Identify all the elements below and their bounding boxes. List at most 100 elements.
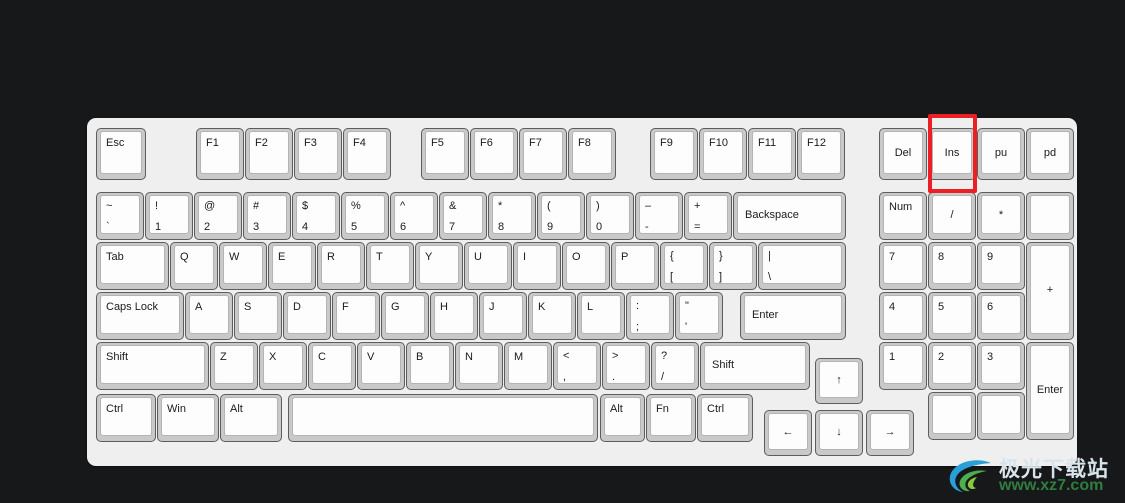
key-numlock[interactable]: Num (879, 192, 927, 240)
key-arrow-up[interactable]: ↑ (815, 358, 863, 404)
key-alt-left[interactable]: Alt (220, 394, 282, 442)
key-minus[interactable]: – - (635, 192, 683, 240)
key-key-f[interactable]: F (332, 292, 380, 340)
key-key-v[interactable]: V (357, 342, 405, 390)
key-digit-7[interactable]: & 7 (439, 192, 487, 240)
key-key-h[interactable]: H (430, 292, 478, 340)
key-backslash[interactable]: | \ (758, 242, 846, 290)
key-comma[interactable]: <, (553, 342, 601, 390)
key-space[interactable] (288, 394, 598, 442)
key-key-x[interactable]: X (259, 342, 307, 390)
key-page-down[interactable]: pd (1026, 128, 1074, 180)
key-ins[interactable]: Ins (928, 128, 976, 180)
key-f4[interactable]: F4 (343, 128, 391, 180)
key-alt-right[interactable]: Alt (600, 394, 645, 442)
key-key-s[interactable]: S (234, 292, 282, 340)
key-numpad-divide[interactable]: / (928, 192, 976, 240)
key-digit-8[interactable]: * 8 (488, 192, 536, 240)
key-f9[interactable]: F9 (650, 128, 698, 180)
key-key-p[interactable]: P (611, 242, 659, 290)
key-f7[interactable]: F7 (519, 128, 567, 180)
key-key-w[interactable]: W (219, 242, 267, 290)
key-digit-5[interactable]: % 5 (341, 192, 389, 240)
key-f12[interactable]: F12 (797, 128, 845, 180)
key-period[interactable]: >. (602, 342, 650, 390)
key-enter[interactable]: Enter (740, 292, 846, 340)
key-numpad-6[interactable]: 6 (977, 292, 1025, 340)
key-f3[interactable]: F3 (294, 128, 342, 180)
key-digit-1[interactable]: ! 1 (145, 192, 193, 240)
key-bracket-left[interactable]: {[ (660, 242, 708, 290)
key-f10[interactable]: F10 (699, 128, 747, 180)
key-digit-3[interactable]: #3 (243, 192, 291, 240)
key-numpad-0[interactable] (928, 392, 976, 440)
key-tab[interactable]: Tab (96, 242, 169, 290)
key-numpad-1[interactable]: 1 (879, 342, 927, 390)
keycap-label: Esc (106, 137, 125, 149)
key-arrow-down[interactable]: ↓ (815, 410, 863, 456)
key-ctrl-left[interactable]: Ctrl (96, 394, 156, 442)
key-key-q[interactable]: Q (170, 242, 218, 290)
key-backspace[interactable]: Backspace (733, 192, 846, 240)
key-f11[interactable]: F11 (748, 128, 796, 180)
key-key-n[interactable]: N (455, 342, 503, 390)
key-numpad-enter[interactable]: Enter (1026, 342, 1074, 440)
key-numpad-9[interactable]: 9 (977, 242, 1025, 290)
key-numpad-multiply[interactable]: * (977, 192, 1025, 240)
key-key-d[interactable]: D (283, 292, 331, 340)
key-key-e[interactable]: E (268, 242, 316, 290)
key-key-b[interactable]: B (406, 342, 454, 390)
key-del[interactable]: Del (879, 128, 927, 180)
key-shift-right[interactable]: Shift (700, 342, 810, 390)
key-key-k[interactable]: K (528, 292, 576, 340)
key-caps-lock[interactable]: Caps Lock (96, 292, 184, 340)
key-backtick[interactable]: ~ ` (96, 192, 144, 240)
key-key-m[interactable]: M (504, 342, 552, 390)
key-key-u[interactable]: U (464, 242, 512, 290)
key-page-up[interactable]: pu (977, 128, 1025, 180)
key-semicolon[interactable]: :; (626, 292, 674, 340)
key-bracket-right[interactable]: }] (709, 242, 757, 290)
key-digit-4[interactable]: $4 (292, 192, 340, 240)
key-win[interactable]: Win (157, 394, 219, 442)
key-f5[interactable]: F5 (421, 128, 469, 180)
key-key-c[interactable]: C (308, 342, 356, 390)
key-key-r[interactable]: R (317, 242, 365, 290)
key-f6[interactable]: F6 (470, 128, 518, 180)
key-f1[interactable]: F1 (196, 128, 244, 180)
key-arrow-right[interactable]: → (866, 410, 914, 456)
key-equals[interactable]: + = (684, 192, 732, 240)
key-quote[interactable]: " ' (675, 292, 723, 340)
keycap-key-c: C (312, 345, 352, 384)
key-digit-0[interactable]: ) 0 (586, 192, 634, 240)
key-key-a[interactable]: A (185, 292, 233, 340)
key-key-y[interactable]: Y (415, 242, 463, 290)
key-ctrl-right[interactable]: Ctrl (697, 394, 753, 442)
key-key-o[interactable]: O (562, 242, 610, 290)
key-numpad-3[interactable]: 3 (977, 342, 1025, 390)
key-slash[interactable]: ? / (651, 342, 699, 390)
key-fn[interactable]: Fn (646, 394, 696, 442)
key-numpad-7[interactable]: 7 (879, 242, 927, 290)
key-shift-left[interactable]: Shift (96, 342, 209, 390)
key-f2[interactable]: F2 (245, 128, 293, 180)
key-digit-2[interactable]: @2 (194, 192, 242, 240)
key-numpad-blank-top[interactable] (1026, 192, 1074, 240)
key-key-j[interactable]: J (479, 292, 527, 340)
key-numpad-decimal[interactable] (977, 392, 1025, 440)
key-key-z[interactable]: Z (210, 342, 258, 390)
key-numpad-5[interactable]: 5 (928, 292, 976, 340)
key-numpad-4[interactable]: 4 (879, 292, 927, 340)
key-numpad-8[interactable]: 8 (928, 242, 976, 290)
key-digit-9[interactable]: (9 (537, 192, 585, 240)
key-key-t[interactable]: T (366, 242, 414, 290)
key-numpad-plus[interactable]: + (1026, 242, 1074, 340)
key-esc[interactable]: Esc (96, 128, 146, 180)
key-digit-6[interactable]: ^ 6 (390, 192, 438, 240)
key-arrow-left[interactable]: ← (764, 410, 812, 456)
key-f8[interactable]: F8 (568, 128, 616, 180)
key-numpad-2[interactable]: 2 (928, 342, 976, 390)
key-key-i[interactable]: I (513, 242, 561, 290)
key-key-l[interactable]: L (577, 292, 625, 340)
key-key-g[interactable]: G (381, 292, 429, 340)
